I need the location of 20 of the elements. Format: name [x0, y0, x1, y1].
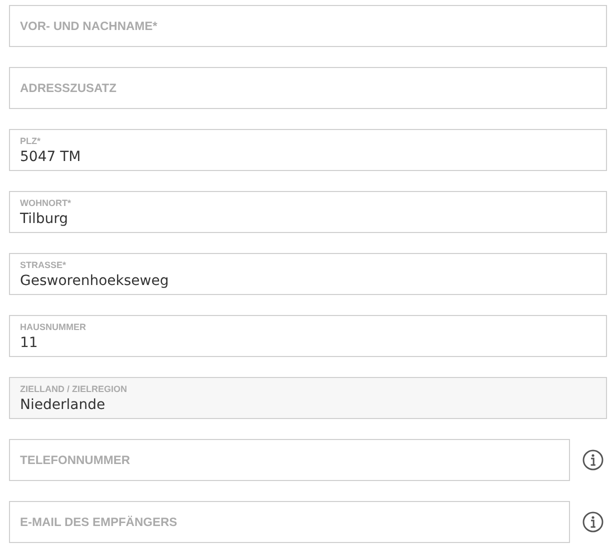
info-icon[interactable] — [582, 511, 604, 533]
field-value: Niederlande — [20, 396, 106, 415]
text-field[interactable]: E-MAIL DES EMPFÄNGERS — [9, 501, 570, 543]
field-label: STRASSE* — [20, 260, 68, 271]
text-field[interactable]: PLZ* 5047 TM — [9, 129, 607, 171]
text-field[interactable]: TELEFONNUMMER — [9, 439, 570, 481]
field-label: PLZ* — [20, 136, 42, 147]
field-label: HAUSNUMMER — [20, 322, 87, 333]
text-field[interactable]: HAUSNUMMER 11 — [9, 315, 607, 357]
text-field[interactable]: ADRESSZUSATZ — [9, 67, 607, 109]
field-value: 5047 TM — [20, 148, 81, 167]
field-value: Gesworenhoekseweg — [20, 272, 169, 291]
info-icon[interactable] — [582, 449, 604, 471]
text-field[interactable]: VOR- UND NACHNAME* — [9, 5, 607, 47]
field-value: 11 — [20, 334, 38, 353]
field-value: Tilburg — [20, 210, 68, 229]
field-label: WOHNORT* — [20, 198, 72, 209]
text-field[interactable]: STRASSE* Gesworenhoekseweg — [9, 253, 607, 295]
field-label: ZIELLAND / ZIELREGION — [20, 384, 128, 395]
text-field[interactable]: WOHNORT* Tilburg — [9, 191, 607, 233]
